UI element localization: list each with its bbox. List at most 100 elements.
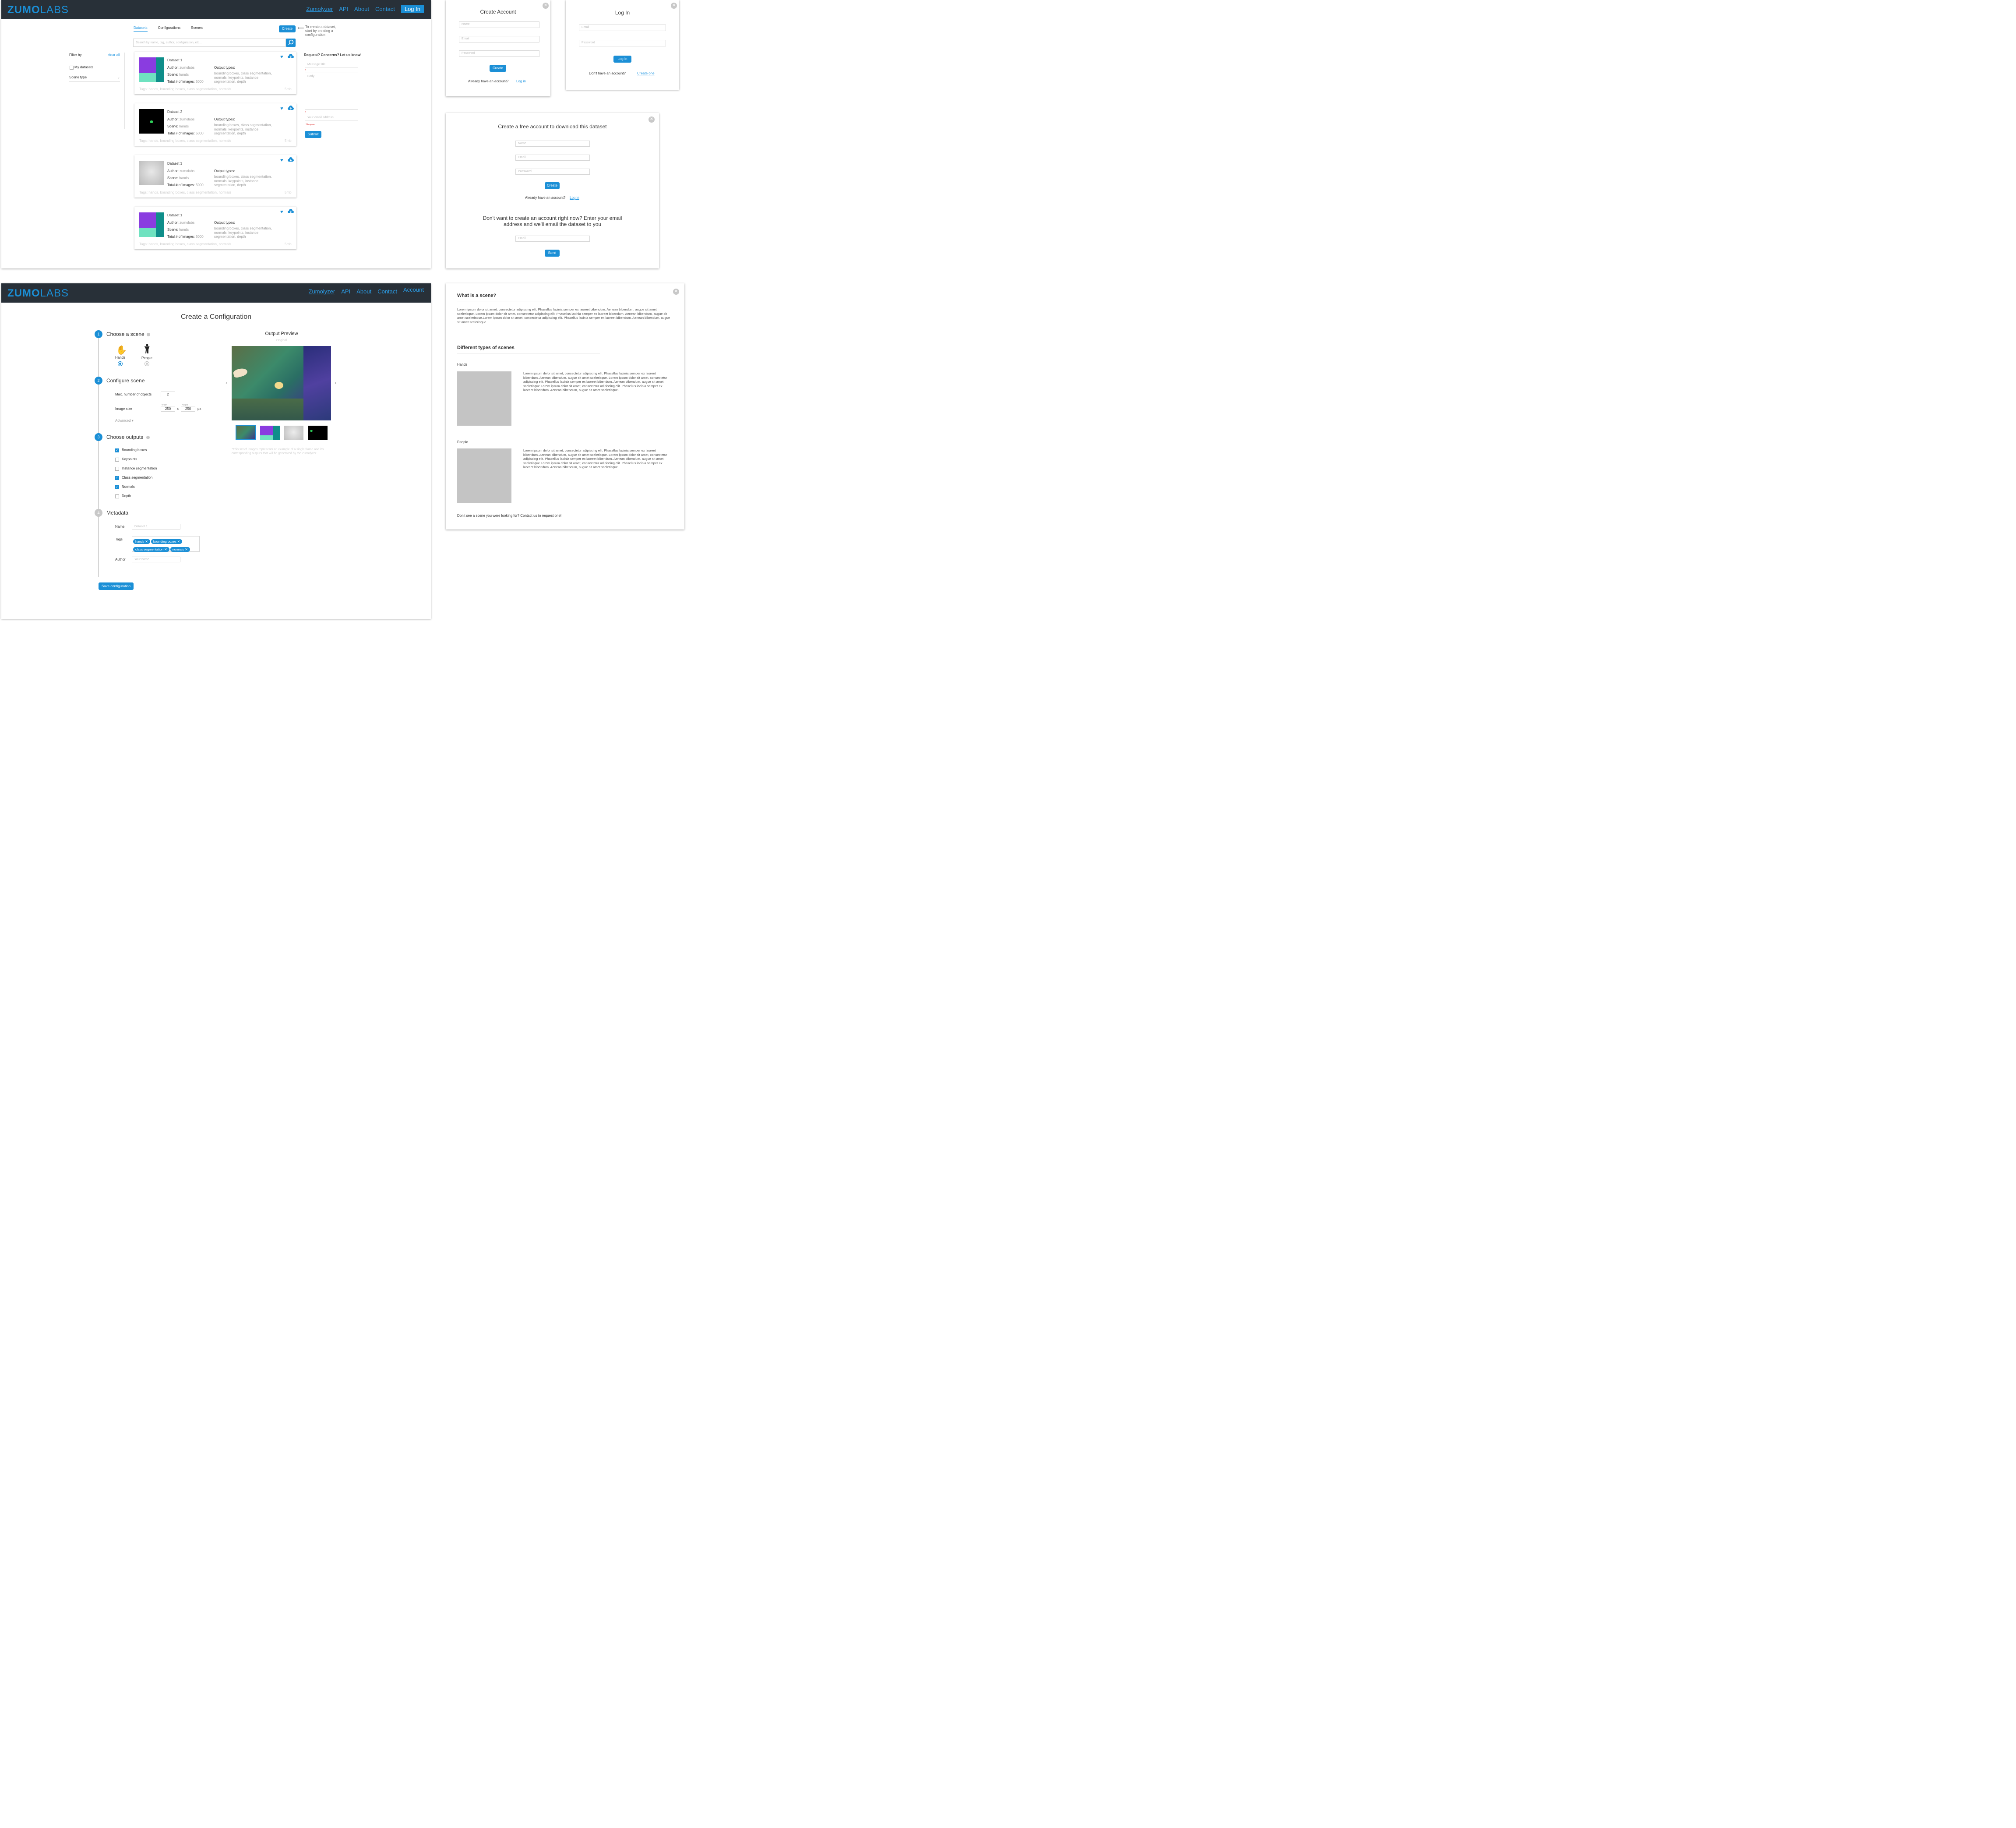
password-field[interactable]: Password <box>515 169 590 175</box>
save-configuration-button[interactable]: Save configuration <box>99 582 134 590</box>
nav-link-about[interactable]: About <box>354 6 369 12</box>
create-button[interactable]: Create <box>279 25 296 32</box>
name-field[interactable]: Name <box>459 21 539 28</box>
heart-icon[interactable]: ♥ <box>280 106 283 111</box>
tags-input[interactable]: hands ✕ bounding boxes ✕ class segmentati… <box>132 536 200 552</box>
body-input[interactable]: Body <box>305 73 358 110</box>
output-checkbox[interactable] <box>115 494 119 498</box>
email-field[interactable]: Email <box>515 155 590 161</box>
name-label: Name <box>115 525 125 529</box>
help-icon[interactable] <box>146 436 150 439</box>
hands-scene-image <box>457 371 511 426</box>
tag-chip[interactable]: normals ✕ <box>170 547 190 552</box>
max-objects-input[interactable]: 2 <box>161 392 175 397</box>
author-input[interactable]: Your name <box>132 557 180 562</box>
name-input[interactable]: Dataset 1 <box>132 524 180 529</box>
cloud-download-icon[interactable] <box>288 106 294 111</box>
preview-thumb-keypoints[interactable] <box>308 426 328 440</box>
dataset-card[interactable]: ♥ Dataset 1 Author: zumolabs Scene: hands To… <box>134 52 296 94</box>
alt-email-field[interactable]: Email <box>515 236 590 242</box>
hand-icon: ✋ <box>116 346 127 355</box>
clear-all-link[interactable]: clear all <box>108 53 120 57</box>
output-checkbox[interactable]: ✓ <box>115 485 119 489</box>
my-datasets-label: My datasets <box>74 65 94 69</box>
help-icon[interactable] <box>147 333 150 336</box>
modal-title: Create Account <box>480 9 516 15</box>
password-field[interactable]: Password <box>459 50 539 57</box>
cloud-download-icon[interactable] <box>288 209 294 215</box>
tab-datasets[interactable]: Datasets <box>134 26 148 32</box>
dataset-card[interactable]: ♥ Dataset 2 Author: zumolabs Scene: hands To… <box>134 103 296 146</box>
prev-arrow-icon[interactable]: ‹ <box>226 380 227 386</box>
close-icon[interactable]: ✕ <box>671 3 677 9</box>
nav-link-contact[interactable]: Contact <box>377 288 397 295</box>
name-field[interactable]: Name <box>515 141 590 147</box>
login-button[interactable]: Log In <box>401 5 424 13</box>
nav-link-about[interactable]: About <box>356 288 371 295</box>
search-input[interactable]: Search by name, tag, author, configurati… <box>133 39 286 47</box>
tab-scenes[interactable]: Scenes <box>191 26 203 32</box>
close-icon[interactable]: ✕ <box>649 116 655 123</box>
create-button[interactable]: Create <box>490 65 506 72</box>
nav-link-account[interactable]: Account <box>403 286 424 293</box>
advanced-toggle[interactable]: Advanced ▾ <box>115 419 134 423</box>
output-checkbox[interactable] <box>115 467 119 471</box>
tags-label: Tags <box>115 537 123 541</box>
scene-type-select[interactable]: Scene type ⌄ <box>69 75 120 81</box>
next-arrow-icon[interactable]: › <box>335 380 336 386</box>
logo[interactable]: ZUMOLABS <box>7 287 69 300</box>
my-datasets-checkbox[interactable] <box>70 66 74 70</box>
heart-icon[interactable]: ♥ <box>280 158 283 163</box>
email-alternative-text: Don't want to create an account right no… <box>483 215 622 227</box>
login-button[interactable]: Log In <box>613 56 631 63</box>
dataset-name[interactable]: Dataset 2 <box>167 110 182 114</box>
preview-thumb-original[interactable] <box>236 425 256 440</box>
dataset-card[interactable]: ♥ Dataset 1 Author: zumolabs Scene: hands To… <box>134 207 296 249</box>
dataset-name[interactable]: Dataset 3 <box>167 162 182 166</box>
heart-icon[interactable]: ♥ <box>280 209 283 215</box>
login-link[interactable]: Log in <box>516 79 526 83</box>
width-input[interactable]: 250 <box>161 406 175 412</box>
login-modal: ✕ Log In Email Password Log In Don't hav… <box>566 0 679 90</box>
email-field[interactable]: Email <box>579 25 666 31</box>
close-icon[interactable]: ✕ <box>543 3 549 9</box>
output-checkbox[interactable] <box>115 458 119 462</box>
email-field[interactable]: Email <box>459 36 539 42</box>
cloud-download-icon[interactable] <box>288 54 294 60</box>
search-icon <box>288 39 294 45</box>
tag-chip[interactable]: class segmentation ✕ <box>133 547 169 552</box>
heart-icon[interactable]: ♥ <box>280 54 283 60</box>
nav-link-zumolyzer[interactable]: Zumolyzer <box>309 288 335 295</box>
hands-radio[interactable] <box>118 361 123 366</box>
dataset-size: 5mb <box>285 242 292 246</box>
nav-link-api[interactable]: API <box>339 6 348 12</box>
email-input[interactable]: Your email address <box>305 115 358 120</box>
nav-link-zumolyzer[interactable]: Zumolyzer <box>306 6 333 12</box>
dataset-name[interactable]: Dataset 1 <box>167 58 182 62</box>
logo[interactable]: ZUMOLABS <box>7 4 69 16</box>
create-button[interactable]: Create <box>545 182 560 189</box>
login-link[interactable]: Log in <box>570 196 579 200</box>
password-field[interactable]: Password <box>579 40 666 46</box>
tag-chip[interactable]: bounding boxes ✕ <box>151 539 183 544</box>
create-one-link[interactable]: Create one <box>637 71 655 75</box>
search-button[interactable] <box>286 39 296 47</box>
preview-thumb-depth[interactable] <box>284 426 303 440</box>
nav-link-api[interactable]: API <box>341 288 350 295</box>
send-button[interactable]: Send <box>545 250 560 257</box>
tab-configurations[interactable]: Configurations <box>158 26 181 32</box>
author-label: Author: <box>167 117 179 121</box>
output-checkbox[interactable]: ✓ <box>115 448 119 452</box>
nav-link-contact[interactable]: Contact <box>375 6 395 12</box>
preview-thumb-segmentation[interactable] <box>260 426 280 440</box>
tag-chip[interactable]: hands ✕ <box>133 539 150 544</box>
cloud-download-icon[interactable] <box>288 157 294 163</box>
submit-button[interactable]: Submit <box>305 131 321 138</box>
dataset-card[interactable]: ♥ Dataset 3 Author: zumolabs Scene: hands To… <box>134 155 296 198</box>
close-icon[interactable]: ✕ <box>673 289 679 295</box>
output-checkbox[interactable]: ✓ <box>115 476 119 480</box>
height-input[interactable]: 250 <box>181 406 195 412</box>
dataset-name[interactable]: Dataset 1 <box>167 213 182 217</box>
message-title-input[interactable]: Message title <box>305 62 358 67</box>
people-radio[interactable] <box>145 361 149 366</box>
